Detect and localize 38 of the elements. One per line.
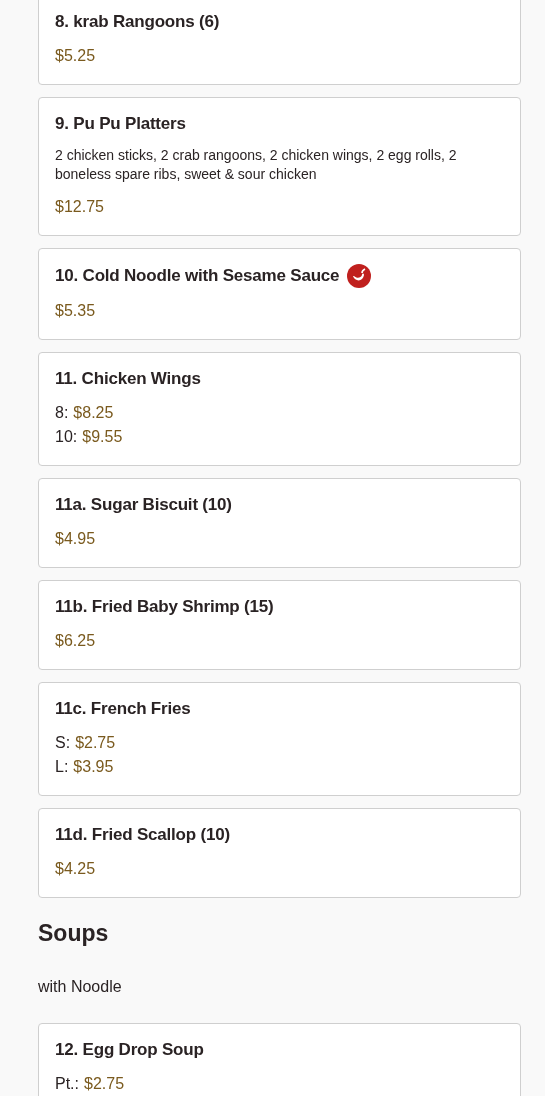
item-name: 11. Chicken Wings [55, 368, 201, 390]
item-name: 10. Cold Noodle with Sesame Sauce [55, 265, 340, 287]
item-price: $8.25 [73, 403, 114, 423]
size-label: S: [55, 733, 71, 753]
menu-item-card[interactable]: 11c. French Fries S: $2.75 L: $3.95 [38, 682, 521, 796]
menu-item-card[interactable]: 11a. Sugar Biscuit (10) $4.95 [38, 478, 521, 568]
size-label: L: [55, 757, 69, 777]
item-price: $3.95 [73, 757, 114, 777]
section-title: Soups [38, 919, 110, 948]
item-name: 11a. Sugar Biscuit (10) [55, 494, 232, 516]
item-price: $12.75 [55, 197, 104, 217]
item-price: $2.75 [84, 1074, 125, 1094]
size-label: 8: [55, 403, 69, 423]
item-price: $6.25 [55, 631, 96, 651]
menu-item-card[interactable]: 12. Egg Drop Soup Pt.: $2.75 [38, 1023, 521, 1096]
size-label: 10: [55, 427, 78, 447]
section-subtitle: with Noodle [38, 977, 123, 997]
size-label: Pt.: [55, 1074, 79, 1094]
menu-item-card[interactable]: 8. krab Rangoons (6) $5.25 [38, 0, 521, 85]
menu-item-card[interactable]: 10. Cold Noodle with Sesame Sauce $5.35 [38, 248, 521, 340]
item-name: 9. Pu Pu Platters [55, 113, 186, 135]
item-price: $4.25 [55, 859, 96, 879]
menu-item-card[interactable]: 11d. Fried Scallop (10) $4.25 [38, 808, 521, 898]
item-price: $5.35 [55, 301, 96, 321]
chili-pepper-icon [347, 264, 372, 288]
item-price: $4.95 [55, 529, 96, 549]
item-name: 11c. French Fries [55, 698, 191, 720]
menu-item-card[interactable]: 9. Pu Pu Platters 2 chicken sticks, 2 crab rangoons, 2 chicken wings, 2 egg rolls, 2 boneless spare ribs, sweet & sour chicken $12.75 [38, 97, 521, 236]
item-name: 11b. Fried Baby Shrimp (15) [55, 596, 274, 618]
item-name: 8. krab Rangoons (6) [55, 11, 220, 33]
menu-item-card[interactable]: 11. Chicken Wings 8: $8.25 10: $9.55 [38, 352, 521, 466]
item-price: $5.25 [55, 46, 96, 66]
item-description: 2 chicken sticks, 2 crab rangoons, 2 chicken wings, 2 egg rolls, 2 boneless spare ribs, sweet & sour chicken [55, 146, 458, 184]
item-price: $2.75 [75, 733, 116, 753]
item-name: 12. Egg Drop Soup [55, 1039, 204, 1061]
item-price: $9.55 [82, 427, 123, 447]
item-name: 11d. Fried Scallop (10) [55, 824, 230, 846]
menu-item-card[interactable]: 11b. Fried Baby Shrimp (15) $6.25 [38, 580, 521, 670]
